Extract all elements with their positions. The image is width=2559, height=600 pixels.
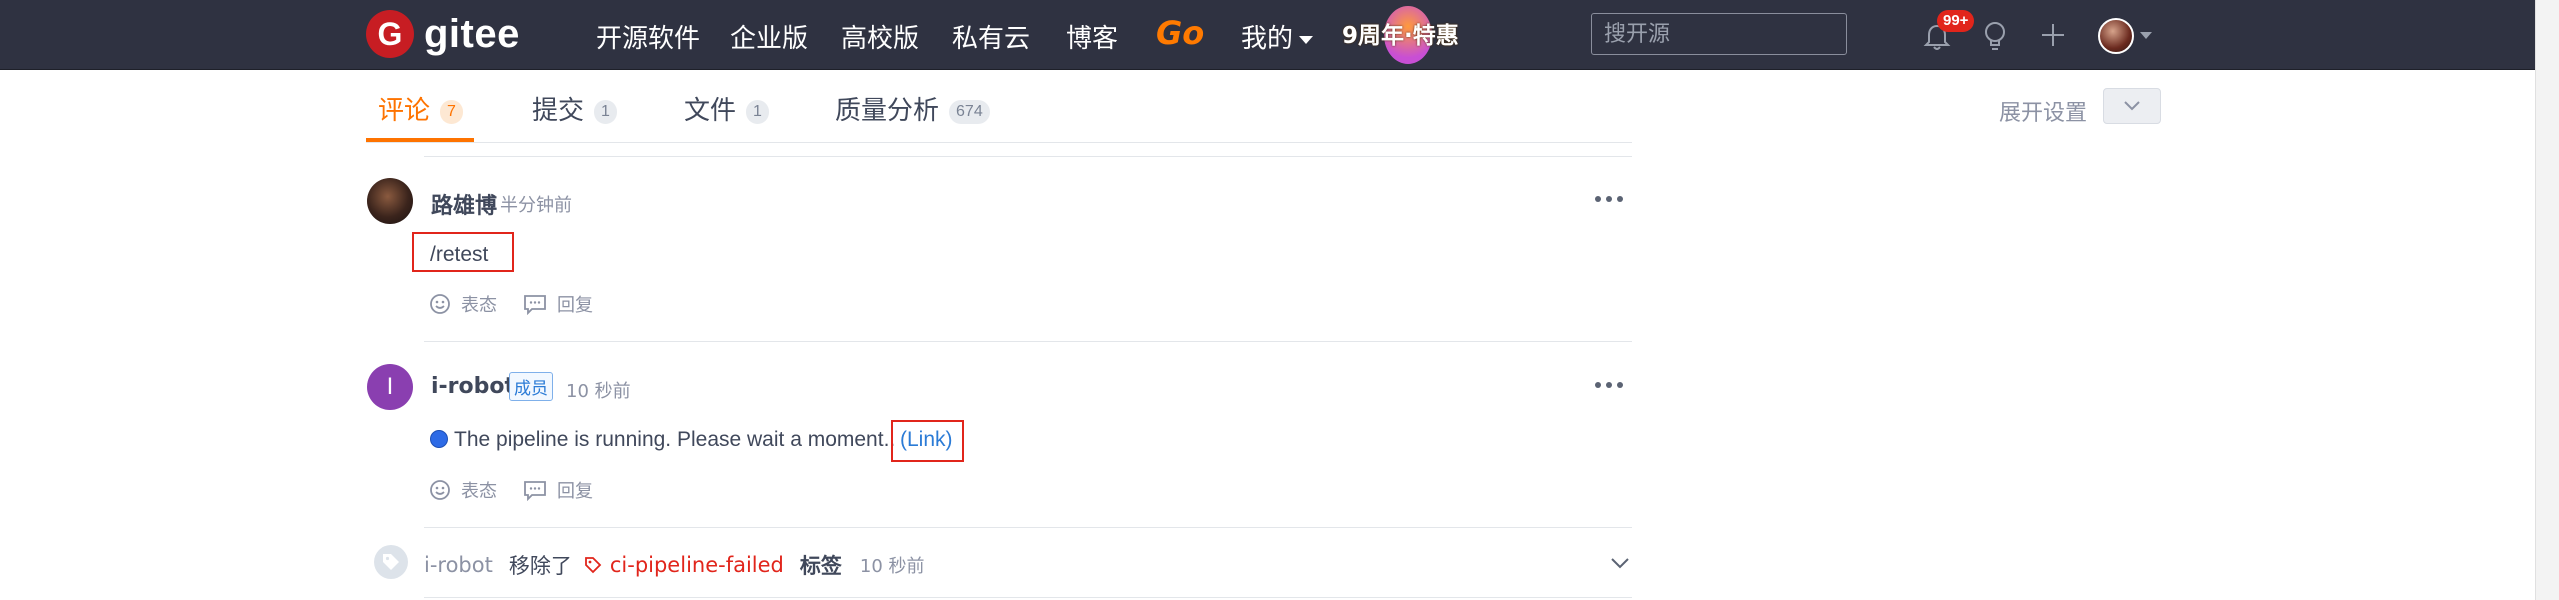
event-verb: 移除了 bbox=[508, 554, 572, 578]
top-navbar: G gitee 开源软件 企业版 高校版 私有云 博客 Go 我的 9周年·特惠… bbox=[0, 0, 2535, 70]
nav-education[interactable]: 高校版 bbox=[841, 18, 919, 55]
nav-go[interactable]: Go bbox=[1156, 14, 1204, 52]
anniversary-text: 9周年·特惠 bbox=[1342, 23, 1459, 49]
more-options-icon[interactable] bbox=[1595, 196, 1623, 204]
notification-badge: 99+ bbox=[1937, 10, 1975, 32]
tab-label: 质量分析 bbox=[835, 96, 940, 126]
event-label[interactable]: ci-pipeline-failed bbox=[584, 553, 784, 577]
event-label-text: ci-pipeline-failed bbox=[609, 553, 784, 577]
member-badge: 成员 bbox=[509, 372, 553, 401]
tab-label: 评论 bbox=[378, 96, 431, 126]
lightbulb-icon[interactable] bbox=[1980, 20, 2010, 52]
tab-files[interactable]: 文件 1 bbox=[684, 90, 769, 127]
plus-icon[interactable] bbox=[2038, 20, 2068, 50]
blue-circle-icon bbox=[430, 430, 448, 448]
comment-body: /retest bbox=[430, 243, 489, 266]
smile-icon bbox=[430, 480, 450, 500]
expand-settings-button[interactable] bbox=[2103, 88, 2161, 124]
tab-count: 7 bbox=[440, 99, 463, 124]
page-scrollbar[interactable] bbox=[2535, 0, 2559, 600]
tab-label: 文件 bbox=[684, 96, 737, 126]
anniversary-banner[interactable]: 9周年·特惠 bbox=[1342, 4, 1462, 64]
expand-settings-label[interactable]: 展开设置 bbox=[1999, 95, 2087, 127]
tab-commits[interactable]: 提交 1 bbox=[532, 90, 617, 127]
comment-author[interactable]: 路雄博 bbox=[431, 188, 497, 220]
nav-mine-menu[interactable]: 我的 bbox=[1241, 18, 1314, 55]
nav-private-cloud[interactable]: 私有云 bbox=[952, 18, 1030, 55]
comment-time: 半分钟前 bbox=[500, 195, 572, 216]
search-input[interactable] bbox=[1591, 13, 1847, 55]
reply-button[interactable]: 回复 bbox=[523, 291, 593, 317]
reply-button[interactable]: 回复 bbox=[523, 477, 593, 503]
tab-quality-analysis[interactable]: 质量分析 674 bbox=[835, 90, 990, 127]
nav-enterprise[interactable]: 企业版 bbox=[730, 18, 808, 55]
comment-author[interactable]: i-robot bbox=[431, 374, 515, 399]
more-options-icon[interactable] bbox=[1595, 382, 1623, 390]
nav-mine-label: 我的 bbox=[1241, 24, 1294, 54]
divider bbox=[366, 142, 1632, 143]
divider bbox=[424, 527, 1632, 528]
reply-label: 回复 bbox=[557, 295, 593, 316]
divider bbox=[424, 341, 1632, 342]
avatar[interactable]: I bbox=[367, 364, 413, 410]
tab-label: 提交 bbox=[532, 96, 585, 126]
comment-icon bbox=[524, 295, 546, 315]
divider bbox=[424, 597, 1632, 598]
tag-event-icon bbox=[374, 545, 408, 579]
tag-icon bbox=[584, 557, 602, 574]
reply-label: 回复 bbox=[557, 481, 593, 502]
gitee-logo[interactable]: G gitee bbox=[366, 10, 520, 58]
tag-icon bbox=[383, 554, 399, 570]
chevron-down-icon bbox=[2124, 101, 2140, 111]
pipeline-link[interactable]: (Link) bbox=[900, 428, 953, 452]
event-time: 10 秒前 bbox=[859, 556, 925, 577]
tab-count: 674 bbox=[949, 99, 990, 124]
gitee-logo-icon: G bbox=[366, 10, 414, 58]
react-label: 表态 bbox=[461, 295, 497, 316]
user-avatar[interactable] bbox=[2098, 18, 2134, 54]
event-user[interactable]: i-robot bbox=[424, 553, 493, 577]
nav-open-source[interactable]: 开源软件 bbox=[596, 18, 700, 55]
brand-name: gitee bbox=[424, 11, 520, 56]
comment-icon bbox=[524, 481, 546, 501]
tab-count: 1 bbox=[746, 99, 769, 124]
chevron-down-icon[interactable] bbox=[1610, 557, 1630, 569]
event-noun: 标签 bbox=[799, 554, 842, 578]
label-event: i-robot 移除了 ci-pipeline-failed 标签 10 秒前 bbox=[424, 550, 925, 580]
react-label: 表态 bbox=[461, 481, 497, 502]
comment-time: 10 秒前 bbox=[566, 381, 631, 402]
avatar[interactable] bbox=[367, 178, 413, 224]
divider bbox=[424, 156, 1632, 157]
tab-comments[interactable]: 评论 7 bbox=[378, 90, 463, 127]
smile-icon bbox=[430, 294, 450, 314]
react-button[interactable]: 表态 bbox=[429, 477, 497, 503]
pipeline-status-text: The pipeline is running. Please wait a m… bbox=[454, 428, 896, 451]
tab-count: 1 bbox=[594, 99, 617, 124]
react-button[interactable]: 表态 bbox=[429, 291, 497, 317]
chevron-down-icon bbox=[1299, 35, 1314, 44]
nav-blog[interactable]: 博客 bbox=[1066, 18, 1118, 55]
comment-body: The pipeline is running. Please wait a m… bbox=[430, 428, 895, 452]
chevron-down-icon[interactable] bbox=[2140, 32, 2152, 39]
